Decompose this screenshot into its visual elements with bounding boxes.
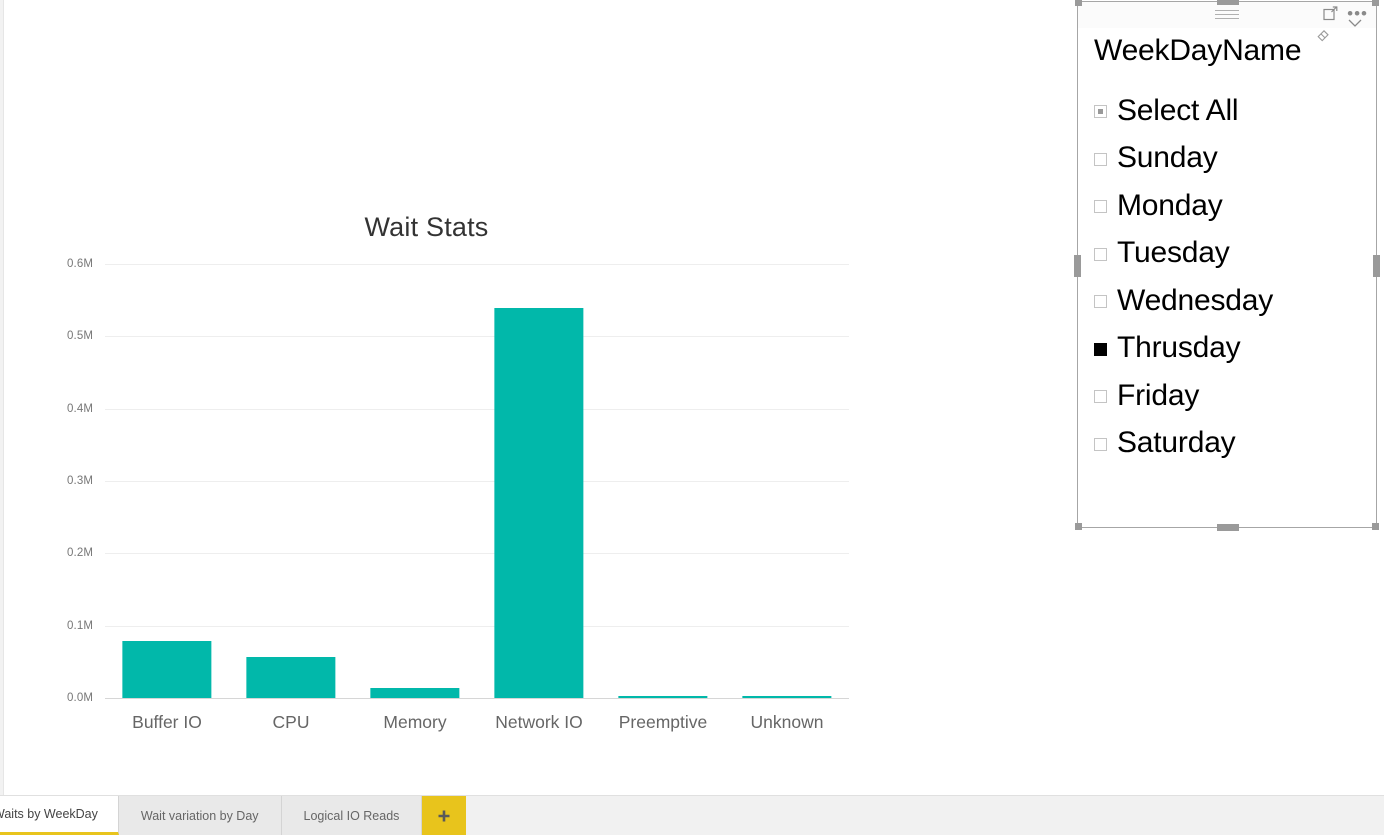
bar-cpu[interactable] xyxy=(246,656,336,698)
slicer-item-label: Wednesday xyxy=(1117,283,1274,317)
y-axis-tick-label: 0.4M xyxy=(67,402,93,415)
slicer-item-label: Tuesday xyxy=(1117,236,1230,270)
bar-slot xyxy=(601,264,725,698)
checkbox-icon[interactable] xyxy=(1094,295,1107,309)
wait-stats-chart-visual[interactable]: Wait Stats 0.0M 0.1M 0.2M 0.3M 0.4M 0.5M 0.6M … xyxy=(4,0,904,790)
chart-bars xyxy=(105,264,849,698)
y-axis-tick-label: 0.2M xyxy=(67,547,93,560)
page-tab-waits-by-weekday[interactable]: Waits by WeekDay xyxy=(0,796,119,835)
checkbox-icon[interactable] xyxy=(1094,152,1107,166)
slicer-item-monday[interactable]: Monday xyxy=(1078,182,1376,230)
x-axis-tick-label: Unknown xyxy=(750,712,824,732)
x-axis-tick-label: Network IO xyxy=(495,712,583,732)
y-axis-tick-label: 0.1M xyxy=(67,619,93,632)
x-axis-tick-label: Buffer IO xyxy=(132,712,202,732)
chart-plot-area: 0.0M 0.1M 0.2M 0.3M 0.4M 0.5M 0.6M Buffer IO CP… xyxy=(67,258,849,732)
resize-handle-left-middle[interactable] xyxy=(1074,255,1081,277)
checkbox-icon[interactable] xyxy=(1094,390,1107,404)
y-axis-tick-label: 0.6M xyxy=(67,258,93,270)
checkbox-icon[interactable] xyxy=(1094,105,1107,119)
bar-memory[interactable] xyxy=(370,687,460,698)
slicer-item-label: Monday xyxy=(1117,188,1223,222)
slicer-item-saturday[interactable]: Saturday xyxy=(1078,420,1376,468)
slicer-field-name: WeekDayName xyxy=(1094,34,1302,67)
report-canvas: Wait Stats 0.0M 0.1M 0.2M 0.3M 0.4M 0.5M 0.6M … xyxy=(0,0,1384,835)
slicer-item-label: Saturday xyxy=(1117,426,1236,460)
add-page-button[interactable] xyxy=(422,796,467,835)
weekday-slicer-visual[interactable]: ••• WeekDayName Select All Sunday Monday Tu… xyxy=(1074,0,1380,531)
checkbox-icon[interactable] xyxy=(1094,247,1107,261)
bar-buffer-io[interactable] xyxy=(122,640,212,698)
page-tab-logical-io-reads[interactable]: Logical IO Reads xyxy=(281,796,423,835)
drag-handle-icon[interactable] xyxy=(1215,10,1239,19)
resize-handle-bottom-right[interactable] xyxy=(1372,523,1379,530)
resize-handle-top-left[interactable] xyxy=(1075,0,1082,6)
bar-slot xyxy=(229,264,353,698)
resize-handle-top-center[interactable] xyxy=(1217,0,1239,5)
slicer-item-tuesday[interactable]: Tuesday xyxy=(1078,230,1376,278)
slicer-item-list[interactable]: Select All Sunday Monday Tuesday Wednesday Th… xyxy=(1078,87,1376,467)
slicer-item-label: Thrusday xyxy=(1117,331,1241,365)
eraser-icon[interactable] xyxy=(1315,25,1332,42)
focus-mode-icon[interactable] xyxy=(1323,6,1338,21)
resize-handle-right-middle[interactable] xyxy=(1373,255,1380,277)
bar-slot xyxy=(105,264,229,698)
bar-slot xyxy=(725,264,849,698)
slicer-item-wednesday[interactable]: Wednesday xyxy=(1078,277,1376,325)
page-tab-wait-variation-by-day[interactable]: Wait variation by Day xyxy=(118,796,282,835)
slicer-item-label: Select All xyxy=(1117,93,1239,127)
x-axis-tick-label: Memory xyxy=(383,712,447,732)
checkbox-icon[interactable] xyxy=(1094,342,1107,356)
page-tab-bar: Waits by WeekDay Wait variation by Day Log… xyxy=(0,795,1384,835)
chart-title: Wait Stats xyxy=(364,212,489,242)
x-axis-tick-label: Preemptive xyxy=(618,712,708,732)
y-axis-tick-label: 0.5M xyxy=(67,330,93,343)
slicer-item-label: Sunday xyxy=(1117,141,1218,175)
slicer-item-thrusday[interactable]: Thrusday xyxy=(1078,325,1376,373)
checkbox-icon[interactable] xyxy=(1094,437,1107,451)
slicer-item-friday[interactable]: Friday xyxy=(1078,372,1376,420)
y-axis-tick-label: 0.0M xyxy=(67,692,93,704)
bar-slot xyxy=(353,264,477,698)
bar-unknown[interactable] xyxy=(742,695,832,698)
resize-handle-bottom-left[interactable] xyxy=(1075,523,1082,530)
gridline xyxy=(105,698,849,699)
resize-handle-bottom-center[interactable] xyxy=(1217,524,1239,531)
bar-slot xyxy=(477,264,601,698)
slicer-item-select-all[interactable]: Select All xyxy=(1078,87,1376,135)
resize-handle-top-right[interactable] xyxy=(1372,0,1379,6)
y-axis-tick-label: 0.3M xyxy=(67,475,93,487)
bar-network-io[interactable] xyxy=(494,308,584,698)
chevron-down-icon[interactable] xyxy=(1346,16,1364,30)
tab-bar-filler xyxy=(466,796,1384,835)
slicer-item-sunday[interactable]: Sunday xyxy=(1078,135,1376,183)
slicer-item-label: Friday xyxy=(1117,378,1200,412)
bar-preemptive[interactable] xyxy=(618,695,708,698)
x-axis-tick-label: CPU xyxy=(272,712,310,732)
checkbox-icon[interactable] xyxy=(1094,200,1107,214)
